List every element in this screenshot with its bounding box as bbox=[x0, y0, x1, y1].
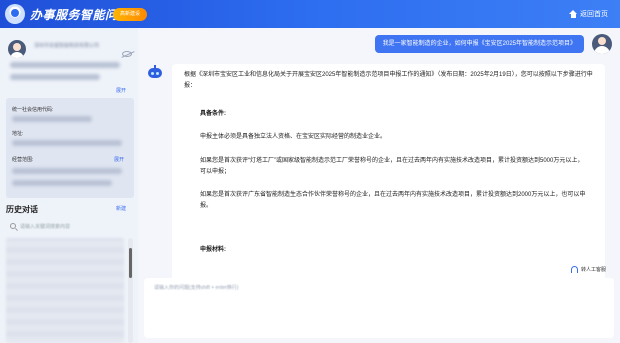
robot-logo-icon bbox=[5, 4, 25, 24]
home-link[interactable]: 返回首页 bbox=[569, 9, 608, 19]
company-info-panel: 统一社会信用代码: 地址: 经营范围: 展开 bbox=[6, 98, 134, 198]
eligibility-paragraph: 如果您是首次获评“灯塔工厂”或国家级智能制造示范工厂荣誉称号的企业，且在过去两年… bbox=[200, 158, 584, 175]
history-list[interactable] bbox=[6, 238, 124, 343]
sidebar: 深圳市安盛智能制造有限公司 展开 统一社会信用代码: 地址: 经营范围: 展开 … bbox=[0, 28, 138, 343]
address-value bbox=[12, 140, 122, 146]
company-expand-button[interactable]: 展开 bbox=[116, 87, 126, 94]
company-card: 深圳市安盛智能制造有限公司 bbox=[4, 34, 134, 76]
app-header: 办事服务智能问答 高新建设 返回首页 bbox=[0, 0, 620, 28]
home-icon bbox=[569, 10, 577, 18]
eligibility-title: 具备条件: bbox=[200, 111, 226, 117]
search-icon bbox=[10, 223, 16, 229]
bot-message-card: 根据《深圳市宝安区工业和信息化局关于开展宝安区2025年智能制造示范项目申报工作… bbox=[172, 64, 605, 282]
business-scope-value bbox=[12, 168, 122, 174]
eye-off-icon[interactable] bbox=[122, 51, 132, 57]
message-input[interactable]: 请输入你的问题(支持shift + enter换行) bbox=[144, 278, 614, 338]
avatar bbox=[8, 40, 26, 58]
address-label: 地址: bbox=[12, 131, 24, 137]
robot-avatar-icon bbox=[148, 65, 162, 80]
headset-icon bbox=[570, 266, 578, 273]
materials-title: 申报材料: bbox=[200, 247, 226, 253]
credit-code-value bbox=[12, 116, 92, 122]
user-avatar bbox=[592, 34, 612, 54]
eligibility-paragraph: 申报主体必须是具备独立法人资格、在宝安区实际经营的制造业企业。 bbox=[200, 134, 387, 140]
company-detail-line bbox=[10, 62, 120, 68]
history-title: 历史对话 bbox=[6, 205, 38, 214]
home-link-label: 返回首页 bbox=[580, 11, 608, 18]
history-scrollbar[interactable] bbox=[128, 238, 133, 343]
business-scope-expand-button[interactable]: 展开 bbox=[114, 156, 124, 163]
eligibility-paragraph: 如果您是首次获评广东省智能制造生态合作伙伴荣誉称号的企业，且在过去两年内有实施技… bbox=[200, 192, 586, 209]
credit-code-label: 统一社会信用代码: bbox=[12, 107, 54, 113]
new-chat-button[interactable]: 新建 bbox=[116, 205, 126, 212]
user-message-row: 我是一家智能制造的企业，如何申报《宝安区2025年智能制造示范项目》 bbox=[374, 34, 612, 54]
chat-area: 我是一家智能制造的企业，如何申报《宝安区2025年智能制造示范项目》 根据《深圳… bbox=[138, 28, 620, 343]
user-message-bubble: 我是一家智能制造的企业，如何申报《宝安区2025年智能制造示范项目》 bbox=[374, 35, 584, 53]
scroll-thumb[interactable] bbox=[129, 248, 132, 278]
company-detail-line bbox=[10, 74, 100, 80]
history-search-input[interactable]: 请输入关键词搜索内容 bbox=[6, 219, 134, 233]
company-name: 深圳市安盛智能制造有限公司 bbox=[34, 43, 100, 49]
bot-intro-text: 根据《深圳市宝安区工业和信息化局关于开展宝安区2025年智能制造示范项目申报工作… bbox=[184, 72, 593, 89]
human-service-button[interactable]: 转人工客服 bbox=[570, 266, 606, 273]
search-placeholder: 请输入关键词搜索内容 bbox=[20, 223, 71, 230]
business-scope-label: 经营范围: bbox=[12, 157, 34, 163]
header-badge[interactable]: 高新建设 bbox=[113, 8, 148, 21]
message-input-placeholder: 请输入你的问题(支持shift + enter换行) bbox=[154, 285, 239, 291]
business-scope-value bbox=[12, 180, 112, 186]
human-service-label: 转人工客服 bbox=[580, 267, 606, 273]
